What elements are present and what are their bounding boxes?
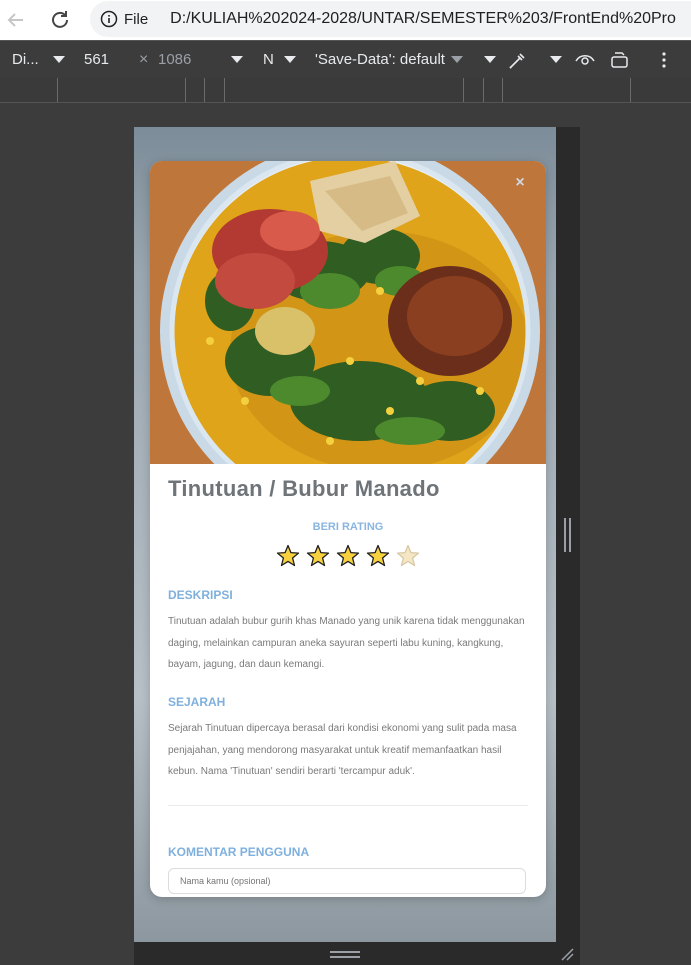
chevron-down-icon	[52, 56, 65, 63]
vision-button[interactable]	[574, 41, 596, 78]
star-filled-icon[interactable]	[276, 544, 300, 570]
star-filled-icon[interactable]	[306, 544, 330, 570]
section-divider	[168, 805, 528, 806]
corner-resize-icon[interactable]	[560, 947, 574, 961]
history-title: SEJARAH	[168, 695, 226, 709]
throttle-dropdown[interactable]: N	[263, 41, 296, 78]
star-rating[interactable]	[276, 544, 420, 570]
times-icon: ×	[139, 50, 149, 68]
reload-button[interactable]	[46, 6, 74, 34]
rating-label: BERI RATING	[312, 521, 384, 533]
device-toolbar: Di... 561 × 1086 N 'Save-Data': default	[0, 40, 691, 78]
height-input[interactable]: 1086	[158, 41, 191, 78]
star-empty-icon[interactable]	[396, 544, 420, 570]
device-select[interactable]: Di...	[12, 41, 65, 78]
chevron-down-icon	[231, 56, 243, 63]
chevron-down-icon	[550, 56, 562, 63]
name-input[interactable]	[168, 868, 526, 894]
zoom-dropdown[interactable]	[231, 41, 243, 78]
width-value: 561	[84, 51, 110, 68]
dish-title: Tinutuan / Bubur Manado	[168, 476, 440, 501]
width-input[interactable]: 561	[84, 41, 109, 78]
eyedropper-icon	[509, 52, 525, 69]
bottom-resize-handle[interactable]	[330, 951, 360, 958]
device-label: Di...	[12, 51, 39, 68]
vision-dropdown[interactable]	[550, 41, 562, 78]
close-icon: ×	[515, 174, 525, 191]
chevron-down-icon	[283, 56, 296, 63]
rotate-device-icon	[611, 51, 628, 68]
chevron-down-icon	[450, 56, 463, 63]
food-image	[150, 161, 546, 464]
device-viewport: × Tinutuan / Bubur Manado BERI RATING DE…	[134, 127, 556, 942]
eyedropper-button[interactable]	[507, 41, 529, 78]
history-text: Sejarah Tinutuan dipercaya berasal dari …	[168, 723, 517, 777]
back-arrow-icon	[7, 13, 23, 27]
site-info-icon[interactable]	[100, 10, 118, 28]
description-text: Tinutuan adalah bubur gurih khas Manado …	[168, 616, 525, 670]
media-query-ruler	[0, 78, 691, 103]
height-value: 1086	[158, 51, 192, 68]
description-title: DESKRIPSI	[168, 588, 233, 602]
right-resize-handle[interactable]	[564, 518, 571, 552]
kebab-menu-icon	[662, 51, 666, 68]
address-field[interactable]: File D:/KULIAH%202024-2028/UNTAR/SEMESTE…	[90, 1, 691, 37]
eye-icon	[575, 54, 595, 65]
close-button[interactable]: ×	[512, 175, 528, 191]
throttle-label: N	[263, 51, 274, 68]
file-scheme-label: File	[124, 10, 149, 28]
chevron-down-icon	[484, 56, 496, 63]
more-dropdown[interactable]	[484, 41, 496, 78]
reload-icon	[52, 11, 68, 28]
food-detail-modal: × Tinutuan / Bubur Manado BERI RATING DE…	[150, 161, 546, 897]
rotate-button[interactable]	[609, 41, 631, 78]
star-filled-icon[interactable]	[366, 544, 390, 570]
save-data-dropdown[interactable]: 'Save-Data': default	[315, 41, 463, 78]
more-options-button[interactable]	[661, 41, 667, 78]
comments-title: KOMENTAR PENGGUNA	[168, 845, 310, 859]
save-data-label: 'Save-Data': default	[315, 51, 445, 68]
browser-address-bar: File D:/KULIAH%202024-2028/UNTAR/SEMESTE…	[0, 0, 691, 40]
url-text[interactable]: D:/KULIAH%202024-2028/UNTAR/SEMESTER%203…	[170, 10, 676, 28]
star-filled-icon[interactable]	[336, 544, 360, 570]
back-button[interactable]	[2, 6, 30, 34]
